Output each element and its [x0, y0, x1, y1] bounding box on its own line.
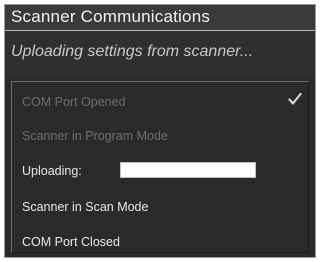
dialog-title: Scanner Communications	[11, 7, 211, 26]
title-bar: Scanner Communications	[5, 5, 315, 31]
checkmark-icon	[288, 92, 302, 105]
status-bar: Uploading settings from scanner...	[5, 31, 315, 77]
step-scanner-scan-mode: Scanner in Scan Mode	[22, 200, 149, 214]
steps-panel: COM Port Opened Scanner in Program Mode …	[11, 81, 309, 253]
upload-progress-bar	[120, 162, 256, 178]
step-uploading: Uploading:	[22, 164, 82, 178]
step-com-port-opened: COM Port Opened	[22, 95, 126, 109]
step-scanner-program-mode: Scanner in Program Mode	[22, 129, 168, 143]
status-message: Uploading settings from scanner...	[11, 43, 254, 60]
step-com-port-closed: COM Port Closed	[22, 235, 120, 249]
scanner-communications-dialog: Scanner Communications Uploading setting…	[4, 4, 316, 258]
